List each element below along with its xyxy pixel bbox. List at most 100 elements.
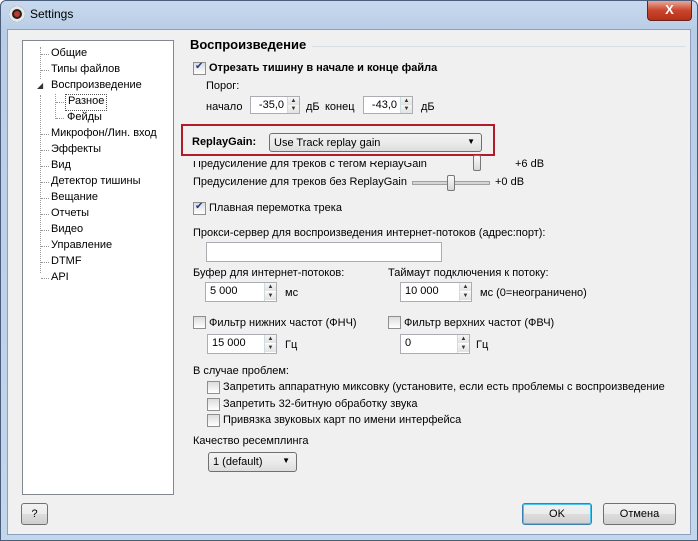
tree-connector: [41, 54, 49, 55]
spin-up-icon[interactable]: ▲: [288, 97, 299, 105]
tree-item-broadcasting[interactable]: Вещание: [49, 190, 100, 205]
buffer-unit: мс: [285, 287, 299, 299]
preamp-tag-value: +6 dB: [515, 158, 545, 170]
start-threshold-spinner[interactable]: -35,0 ▲ ▼: [250, 96, 300, 114]
tree-item-misc[interactable]: Разное: [65, 94, 108, 111]
tree-connector: [41, 134, 49, 135]
smooth-seek-checkbox[interactable]: [193, 201, 206, 215]
bind-by-name-label: Привязка звуковых карт по имени интерфей…: [223, 414, 462, 426]
dropdown-arrow-icon: ▼: [282, 456, 290, 465]
highpass-unit: Гц: [476, 339, 489, 351]
spin-down-icon[interactable]: ▼: [458, 344, 469, 352]
proxy-label: Прокси-сервер для воспроизведения интерн…: [193, 227, 546, 239]
spin-up-icon[interactable]: ▲: [265, 335, 276, 343]
collapse-arrow-icon[interactable]: ◢: [37, 81, 43, 90]
threshold-label: Порог:: [206, 80, 240, 92]
buffer-spinner[interactable]: 5 000 ▲ ▼: [205, 282, 277, 302]
end-threshold-value: -43,0: [371, 99, 397, 111]
tree-item-playback[interactable]: Воспроизведение: [49, 78, 144, 93]
resampling-label: Качество ресемплинга: [193, 435, 309, 447]
lowpass-value: 15 000: [212, 337, 246, 349]
lowpass-checkbox[interactable]: [193, 316, 206, 329]
tree-item-file-types[interactable]: Типы файлов: [49, 62, 122, 77]
spinner-arrows: ▲ ▼: [264, 335, 276, 353]
start-unit: дБ: [306, 101, 320, 113]
timeout-value: 10 000: [405, 285, 439, 297]
proxy-input[interactable]: [206, 242, 442, 262]
tree-item-video[interactable]: Видео: [49, 222, 85, 237]
ok-button[interactable]: OK: [522, 503, 592, 525]
tree-connector: [41, 182, 49, 183]
tree-item-microphone[interactable]: Микрофон/Лин. вход: [49, 126, 159, 141]
tree-connector: [41, 70, 49, 71]
title-bar[interactable]: Settings X: [1, 1, 697, 29]
smooth-seek-label: Плавная перемотка трека: [209, 202, 342, 214]
replaygain-select[interactable]: Use Track replay gain ▼: [269, 133, 482, 152]
spin-up-icon[interactable]: ▲: [460, 283, 471, 291]
tree-connector: [41, 230, 49, 231]
tree-connector: [41, 278, 49, 279]
tree-item-dtmf[interactable]: DTMF: [49, 254, 84, 269]
tree-item-silence-detector[interactable]: Детектор тишины: [49, 174, 143, 189]
resampling-select[interactable]: 1 (default) ▼: [208, 452, 297, 472]
section-divider: [312, 46, 686, 47]
end-label: конец: [325, 101, 355, 113]
section-title: Воспроизведение: [190, 37, 307, 52]
close-button[interactable]: X: [647, 1, 692, 21]
tree-item-view[interactable]: Вид: [49, 158, 73, 173]
spin-down-icon[interactable]: ▼: [288, 105, 299, 113]
spin-down-icon[interactable]: ▼: [265, 292, 276, 300]
resampling-selected: 1 (default): [213, 456, 263, 468]
start-label: начало: [206, 101, 243, 113]
timeout-spinner[interactable]: 10 000 ▲ ▼: [400, 282, 472, 302]
buffer-value: 5 000: [210, 285, 238, 297]
disable-hw-mixing-label: Запретить аппаратную миксовку (установит…: [223, 381, 665, 393]
preamp-notag-value: +0 dB: [495, 176, 525, 188]
spinner-arrows: ▲ ▼: [457, 335, 469, 353]
window-title: Settings: [30, 7, 74, 21]
disable-hw-mixing-checkbox[interactable]: [207, 381, 220, 394]
settings-tree: Общие Типы файлов ◢ Воспроизведение Разн…: [22, 40, 174, 495]
spin-down-icon[interactable]: ▼: [460, 292, 471, 300]
spin-up-icon[interactable]: ▲: [265, 283, 276, 291]
preamp-notag-slider-thumb[interactable]: [447, 175, 455, 191]
highpass-value: 0: [405, 337, 412, 349]
tree-item-reports[interactable]: Отчеты: [49, 206, 91, 221]
lowpass-unit: Гц: [285, 339, 298, 351]
preamp-tag-slider-thumb[interactable]: [473, 155, 481, 171]
spinner-arrows: ▲ ▼: [400, 97, 412, 113]
spin-down-icon[interactable]: ▼: [401, 105, 412, 113]
timeout-unit: мс (0=неограничено): [480, 287, 587, 299]
help-button[interactable]: ?: [21, 503, 48, 525]
disable-32bit-label: Запретить 32-битную обработку звука: [223, 398, 418, 410]
preamp-notag-label: Предусиление для треков без ReplayGain: [193, 176, 407, 188]
bind-by-name-checkbox[interactable]: [207, 414, 220, 427]
app-icon: [9, 6, 25, 22]
tree-connector: [41, 246, 49, 247]
tree-item-fades[interactable]: Фейды: [65, 110, 104, 125]
spin-up-icon[interactable]: ▲: [401, 97, 412, 105]
spinner-arrows: ▲ ▼: [287, 97, 299, 113]
highpass-checkbox[interactable]: [388, 316, 401, 329]
disable-32bit-checkbox[interactable]: [207, 398, 220, 411]
tree-connector: [55, 94, 56, 119]
spin-down-icon[interactable]: ▼: [265, 344, 276, 352]
tree-connector: [41, 198, 49, 199]
replaygain-label: ReplayGain:: [192, 136, 257, 148]
trim-silence-checkbox[interactable]: [193, 61, 206, 75]
lowpass-label: Фильтр нижних частот (ФНЧ): [209, 317, 357, 329]
tree-item-effects[interactable]: Эффекты: [49, 142, 103, 157]
spin-up-icon[interactable]: ▲: [458, 335, 469, 343]
cancel-button[interactable]: Отмена: [603, 503, 676, 525]
dropdown-arrow-icon: ▼: [467, 137, 475, 146]
problems-label: В случае проблем:: [193, 365, 289, 377]
tree-connector: [41, 150, 49, 151]
lowpass-spinner[interactable]: 15 000 ▲ ▼: [207, 334, 277, 354]
highpass-spinner[interactable]: 0 ▲ ▼: [400, 334, 470, 354]
end-threshold-spinner[interactable]: -43,0 ▲ ▼: [363, 96, 413, 114]
tree-item-general[interactable]: Общие: [49, 46, 89, 61]
tree-connector: [41, 214, 49, 215]
timeout-label: Таймаут подключения к потоку:: [388, 267, 549, 279]
tree-item-api[interactable]: API: [49, 270, 71, 285]
tree-item-control[interactable]: Управление: [49, 238, 114, 253]
